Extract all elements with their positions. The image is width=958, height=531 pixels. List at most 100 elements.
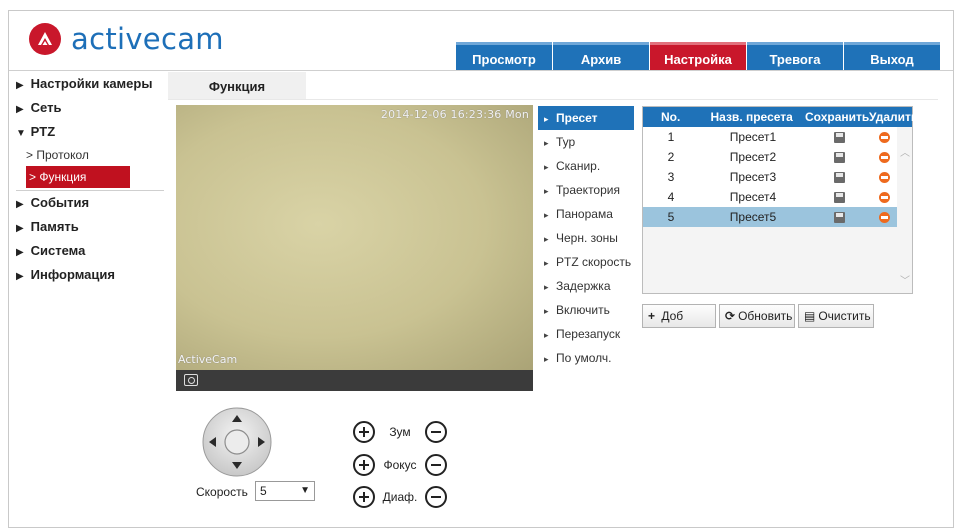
menu-item-label: PTZ скорость	[556, 255, 632, 269]
iris-row: Диаф.	[353, 485, 447, 509]
menu-arrow-icon: ▸	[544, 354, 549, 364]
sidebar-item-information[interactable]: ▶ Информация	[16, 263, 164, 287]
menu-item-label: Черн. зоны	[556, 231, 618, 245]
sidebar-item-system[interactable]: ▶ Система	[16, 239, 164, 263]
menu-item-enable[interactable]: ▸ Включить	[538, 298, 634, 322]
tab-logout[interactable]: Выход	[844, 42, 940, 70]
live-video[interactable]: 2014-12-06 16:23:36 Mon ActiveCam	[176, 105, 533, 370]
sidebar-item-network[interactable]: ▶ Сеть	[16, 96, 164, 120]
sidebar-item-label: События	[30, 195, 90, 210]
zoom-in-button[interactable]	[353, 421, 375, 443]
column-header-no: No.	[660, 110, 681, 124]
refresh-label: Обновить	[738, 309, 793, 323]
iris-open-button[interactable]	[353, 486, 375, 508]
delete-icon[interactable]	[879, 152, 890, 164]
scroll-up-icon[interactable]: ︿	[900, 149, 910, 159]
video-timestamp: 2014-12-06 16:23:36 Mon	[380, 108, 529, 121]
collapsed-arrow-icon: ▶	[16, 247, 24, 258]
menu-item-preset[interactable]: ▸ Пресет	[538, 106, 634, 130]
menu-item-ptz-speed[interactable]: ▸ PTZ скорость	[538, 250, 634, 274]
brand-name: activecam	[71, 22, 224, 56]
menu-item-scan[interactable]: ▸ Сканир.	[538, 154, 634, 178]
speed-label: Скорость	[196, 485, 248, 499]
tab-function[interactable]: Функция	[168, 72, 306, 100]
clear-label: Очистить	[818, 309, 871, 323]
delete-icon[interactable]	[879, 212, 890, 224]
menu-item-delay[interactable]: ▸ Задержка	[538, 274, 634, 298]
preset-number: 2	[667, 150, 675, 164]
save-icon[interactable]	[833, 172, 845, 184]
menu-item-privacy-mask[interactable]: ▸ Черн. зоны	[538, 226, 634, 250]
save-icon[interactable]	[833, 152, 845, 164]
sidebar-subitem-label: Функция	[39, 170, 87, 184]
speed-select[interactable]: 5 ▼	[255, 481, 315, 501]
menu-item-default[interactable]: ▸ По умолч.	[538, 346, 634, 370]
delete-icon[interactable]	[879, 172, 890, 184]
menu-item-pattern[interactable]: ▸ Траектория	[538, 178, 634, 202]
add-label: Доб	[661, 309, 684, 323]
menu-item-label: Пресет	[556, 111, 598, 125]
menu-item-label: Включить	[556, 303, 610, 317]
tab-archive[interactable]: Архив	[553, 42, 649, 70]
refresh-button[interactable]: ⟳ Обновить	[719, 304, 795, 328]
menu-item-label: По умолч.	[556, 351, 612, 365]
sidebar-item-label: Информация	[30, 267, 115, 282]
sidebar-item-ptz[interactable]: ▼ PTZ	[16, 120, 164, 144]
sidebar-item-storage[interactable]: ▶ Память	[16, 215, 164, 239]
refresh-icon: ⟳	[725, 309, 736, 323]
sidebar-item-label: PTZ	[30, 124, 56, 139]
table-row[interactable]: 4 Пресет4	[643, 187, 898, 207]
focus-far-button[interactable]	[425, 454, 447, 476]
expanded-arrow-icon: ▼	[16, 128, 26, 139]
sidebar-subitem-function[interactable]: > Функция	[26, 166, 130, 188]
preset-name: Пресет3	[729, 170, 777, 184]
tab-settings[interactable]: Настройка	[650, 42, 746, 70]
save-icon[interactable]	[833, 132, 845, 144]
chevron-down-icon: ▼	[300, 485, 310, 496]
menu-item-panorama[interactable]: ▸ Панорама	[538, 202, 634, 226]
focus-row: Фокус	[353, 453, 447, 477]
preset-table-header: No. Назв. пресета Сохранить Удалить	[643, 107, 918, 127]
menu-arrow-icon: ▸	[544, 330, 549, 340]
collapsed-arrow-icon: ▶	[16, 223, 24, 234]
add-preset-button[interactable]: + Доб	[642, 304, 716, 328]
table-row[interactable]: 1 Пресет1	[643, 127, 898, 147]
delete-icon[interactable]	[879, 132, 890, 144]
save-icon[interactable]	[833, 192, 845, 204]
menu-item-label: Сканир.	[556, 159, 601, 173]
preset-actions: + Доб ⟳ Обновить ▤ Очистить	[642, 304, 877, 328]
preset-number: 3	[667, 170, 675, 184]
sidebar-item-camera-settings[interactable]: ▶ Настройки камеры	[16, 72, 164, 96]
video-watermark: ActiveCam	[178, 353, 238, 366]
header: activecam Просмотр Архив Настройка Трево…	[9, 11, 953, 71]
delete-icon[interactable]	[879, 192, 890, 204]
zoom-row: Зум	[353, 420, 447, 444]
tab-alarm[interactable]: Тревога	[747, 42, 843, 70]
tab-view[interactable]: Просмотр	[456, 42, 552, 70]
menu-item-restart[interactable]: ▸ Перезапуск	[538, 322, 634, 346]
clear-button[interactable]: ▤ Очистить	[798, 304, 874, 328]
zoom-out-button[interactable]	[425, 421, 447, 443]
speed-value: 5	[260, 484, 267, 498]
sidebar-item-label: Сеть	[30, 100, 62, 115]
menu-item-tour[interactable]: ▸ Тур	[538, 130, 634, 154]
sidebar-item-events[interactable]: ▶ События	[16, 191, 164, 215]
menu-item-label: Тур	[556, 135, 576, 149]
scroll-down-icon[interactable]: ﹀	[900, 277, 910, 287]
menu-arrow-icon: ▸	[544, 258, 549, 268]
preset-name: Пресет1	[729, 130, 777, 144]
table-scrollbar[interactable]: ︿ ﹀	[897, 127, 912, 293]
camera-icon[interactable]	[184, 374, 198, 386]
activecam-logo-icon	[29, 23, 61, 55]
sidebar-subitem-label: Протокол	[36, 148, 89, 162]
table-row[interactable]: 2 Пресет2	[643, 147, 898, 167]
focus-near-button[interactable]	[353, 454, 375, 476]
column-header-name: Назв. пресета	[710, 110, 793, 124]
sidebar-subitem-protocol[interactable]: > Протокол	[16, 144, 164, 166]
home-center-button[interactable]	[224, 429, 250, 455]
table-row-selected[interactable]: 5 Пресет5	[643, 207, 898, 227]
save-icon[interactable]	[833, 212, 845, 224]
menu-item-label: Траектория	[556, 183, 620, 197]
table-row[interactable]: 3 Пресет3	[643, 167, 898, 187]
iris-close-button[interactable]	[425, 486, 447, 508]
